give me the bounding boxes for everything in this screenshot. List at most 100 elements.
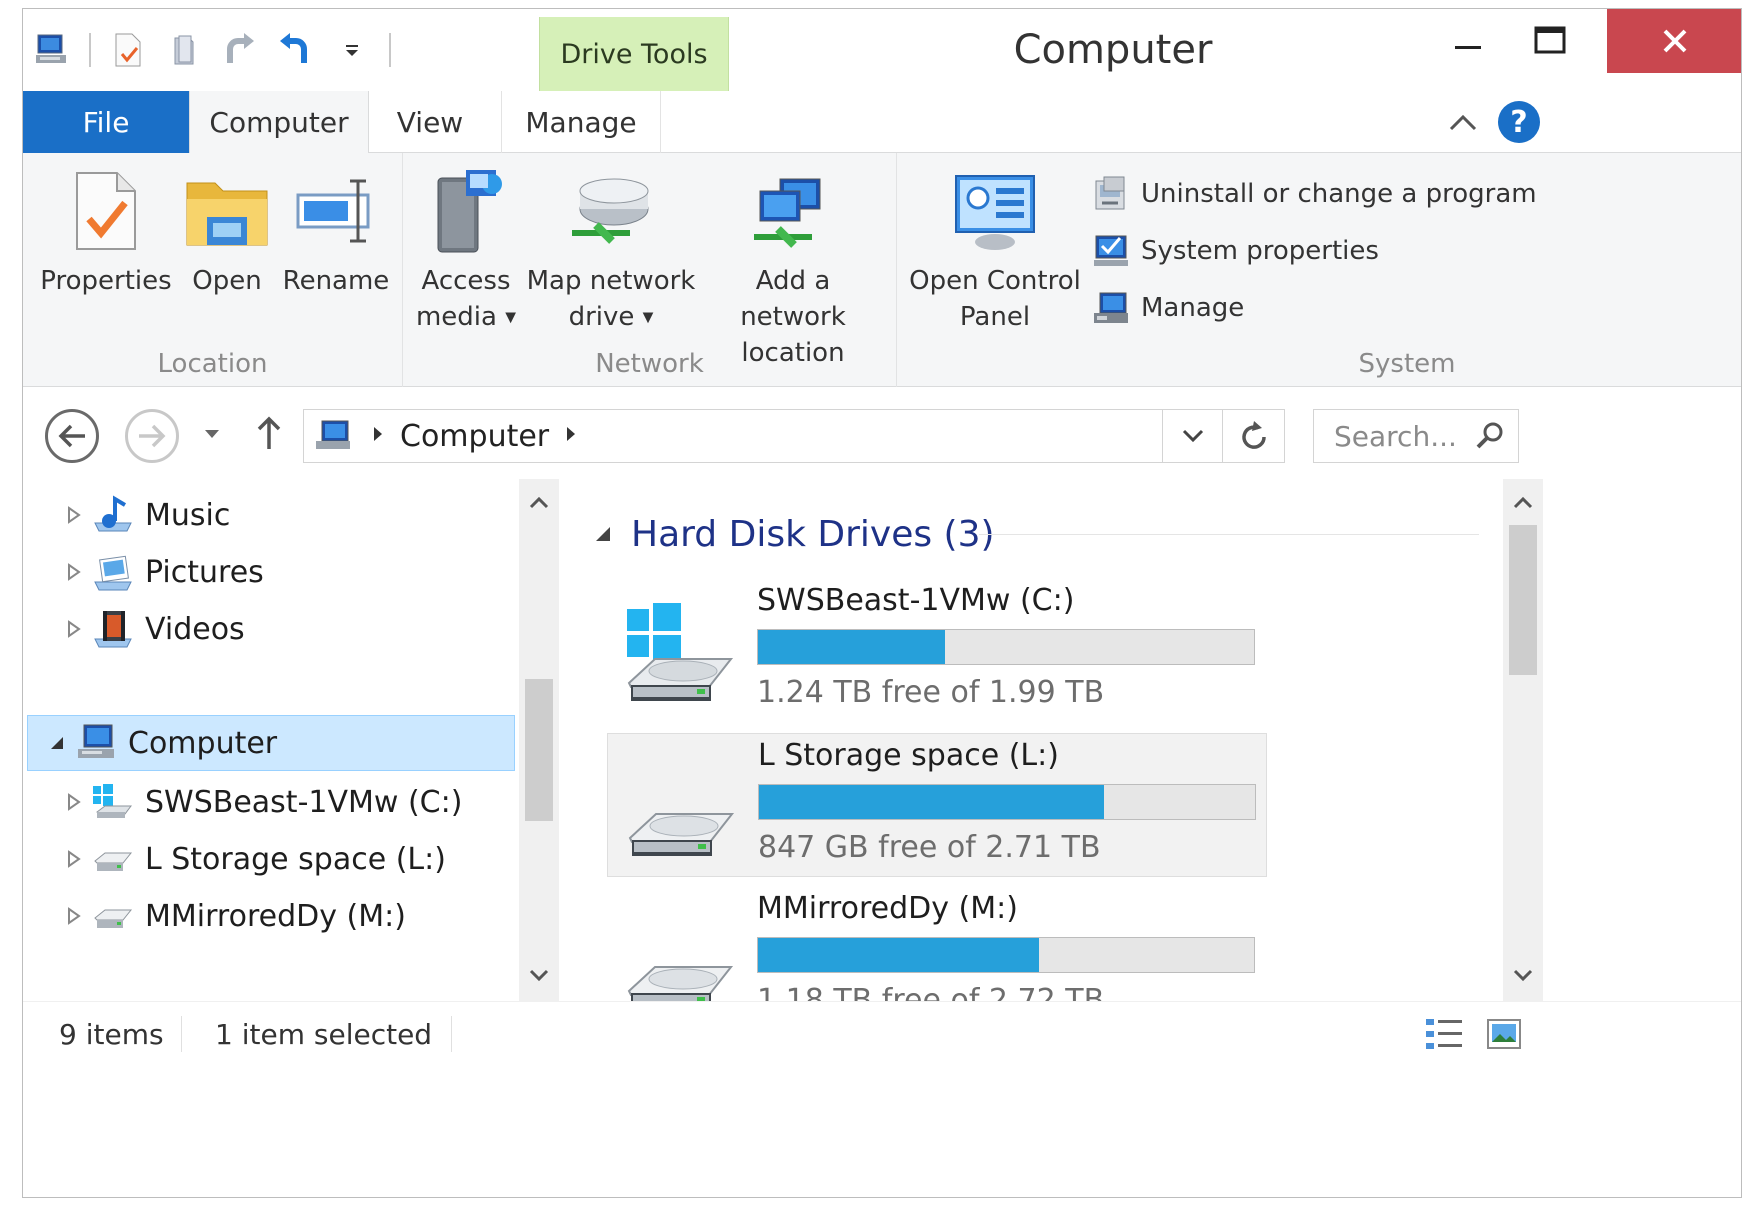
rename-icon	[291, 159, 381, 263]
drive-tile-m[interactable]: MMirroredDy (M:) 1.18 TB free of 2.72 TB	[607, 887, 1267, 1001]
uninstall-program-button[interactable]: Uninstall or change a program	[1091, 171, 1537, 217]
expand-arrow-icon[interactable]	[59, 793, 89, 811]
breadcrumb-computer[interactable]: Computer	[400, 419, 549, 454]
open-control-panel-button[interactable]: Open Control Panel	[907, 159, 1083, 335]
scroll-down-arrow-icon[interactable]	[1503, 955, 1543, 995]
undo-icon[interactable]	[277, 31, 315, 69]
maximize-button[interactable]	[1515, 9, 1585, 73]
add-network-location-button[interactable]: Add a network location	[701, 159, 885, 371]
scroll-down-arrow-icon[interactable]	[519, 955, 559, 995]
details-view-icon	[1426, 1019, 1462, 1049]
customize-toolbar-dropdown-icon[interactable]	[333, 31, 371, 69]
new-folder-icon[interactable]	[165, 31, 203, 69]
hard-disk-drives-group-header[interactable]: Hard Disk Drives (3)	[591, 509, 1479, 559]
status-bar: 9 items 1 item selected	[23, 1001, 1741, 1067]
large-icons-view-button[interactable]	[1483, 1014, 1525, 1054]
scrollbar-thumb[interactable]	[525, 679, 553, 821]
chevron-down-icon	[1182, 429, 1203, 443]
help-button[interactable]: ?	[1498, 101, 1540, 143]
breadcrumb-separator-icon[interactable]	[372, 425, 384, 447]
minimize-button[interactable]	[1433, 9, 1503, 73]
content-pane-scrollbar[interactable]	[1503, 479, 1543, 1001]
navigation-pane-scrollbar[interactable]	[519, 479, 559, 1001]
scroll-up-arrow-icon[interactable]	[519, 483, 559, 523]
drive-free-space: 1.24 TB free of 1.99 TB	[757, 675, 1105, 710]
scroll-up-arrow-icon[interactable]	[1503, 483, 1543, 523]
window-title: Computer	[1013, 27, 1213, 73]
redo-icon[interactable]	[221, 31, 259, 69]
scrollbar-thumb[interactable]	[1509, 525, 1537, 675]
refresh-button[interactable]	[1223, 409, 1285, 463]
tree-item-pictures[interactable]: Pictures	[59, 544, 264, 600]
minimize-icon	[1455, 46, 1481, 49]
recent-locations-button[interactable]	[203, 425, 221, 444]
network-location-icon	[748, 159, 838, 263]
collapse-ribbon-button[interactable]	[1443, 105, 1483, 139]
close-button[interactable]	[1607, 9, 1741, 73]
collapse-group-icon[interactable]	[591, 522, 615, 546]
expand-arrow-icon[interactable]	[59, 563, 89, 581]
tab-computer[interactable]: Computer	[189, 91, 369, 154]
drive-tile-c[interactable]: SWSBeast-1VMw (C:) 1.24 TB free of 1.99 …	[607, 579, 1267, 723]
computer-icon	[312, 416, 356, 456]
properties-icon[interactable]	[109, 31, 147, 69]
tab-file[interactable]: File	[23, 91, 189, 153]
explorer-window: Drive Tools Computer File Computer View …	[22, 8, 1742, 1198]
chevron-up-icon	[1449, 114, 1477, 131]
system-drive-icon	[613, 589, 743, 709]
maximize-icon	[1534, 26, 1566, 54]
refresh-icon	[1241, 421, 1266, 449]
access-media-button[interactable]: Access media ▼	[411, 159, 521, 336]
drive-tools-context-label: Drive Tools	[539, 17, 729, 91]
back-button[interactable]	[45, 409, 99, 463]
tree-item-drive-c[interactable]: SWSBeast-1VMw (C:)	[59, 774, 462, 830]
rename-button[interactable]: Rename	[277, 159, 395, 299]
system-properties-button[interactable]: System properties	[1091, 228, 1379, 274]
location-group-label: Location	[157, 349, 268, 379]
hard-drive-icon	[89, 894, 137, 938]
ribbon-panel: Properties Open Rename Location Access m…	[23, 153, 1741, 387]
help-icon: ?	[1510, 104, 1528, 140]
network-group: Access media ▼ Map network drive ▼ Add a n…	[403, 153, 897, 387]
breadcrumb-separator-icon[interactable]	[565, 425, 577, 447]
drive-tile-l[interactable]: L Storage space (L:) 847 GB free of 2.71…	[607, 733, 1267, 877]
item-count: 9 items	[59, 1018, 164, 1051]
open-button[interactable]: Open	[181, 159, 273, 299]
title-bar: Drive Tools Computer	[23, 9, 1741, 91]
computer-icon	[72, 721, 120, 765]
computer-icon[interactable]	[33, 31, 71, 69]
uninstall-program-icon	[1091, 174, 1131, 214]
expand-arrow-icon[interactable]	[59, 907, 89, 925]
tree-item-music[interactable]: Music	[59, 487, 230, 543]
expand-arrow-icon[interactable]	[59, 506, 89, 524]
tree-item-videos[interactable]: Videos	[59, 601, 245, 657]
manage-button[interactable]: Manage	[1091, 285, 1244, 331]
expand-arrow-icon[interactable]	[59, 850, 89, 868]
details-view-button[interactable]	[1423, 1014, 1465, 1054]
forward-button[interactable]	[125, 409, 179, 463]
tree-item-drive-l[interactable]: L Storage space (L:)	[59, 831, 446, 887]
address-bar[interactable]: Computer	[303, 409, 1223, 463]
map-network-drive-button[interactable]: Map network drive ▼	[523, 159, 699, 336]
search-input[interactable]: Search...	[1313, 409, 1519, 463]
tree-item-computer[interactable]: Computer	[27, 715, 515, 771]
tree-item-drive-m[interactable]: MMirroredDy (M:)	[59, 888, 406, 944]
drive-usage-fill	[758, 630, 945, 664]
expand-arrow-icon[interactable]	[59, 620, 89, 638]
tab-view[interactable]: View	[369, 91, 491, 153]
location-group: Properties Open Rename Location	[23, 153, 403, 387]
up-button[interactable]	[255, 415, 283, 455]
search-placeholder: Search...	[1334, 419, 1457, 453]
collapse-arrow-icon[interactable]	[42, 735, 72, 751]
properties-button[interactable]: Properties	[39, 159, 173, 299]
hard-drive-icon	[89, 837, 137, 881]
drive-free-space: 1.18 TB free of 2.72 TB	[757, 983, 1105, 1001]
toolbar-separator	[389, 33, 391, 67]
network-group-label: Network	[595, 349, 704, 379]
music-icon	[89, 493, 137, 537]
hard-drive-icon	[614, 744, 744, 864]
address-history-dropdown[interactable]	[1162, 410, 1222, 462]
chevron-down-icon	[205, 430, 219, 438]
tab-manage[interactable]: Manage	[501, 91, 661, 153]
drive-free-space: 847 GB free of 2.71 TB	[758, 830, 1101, 865]
